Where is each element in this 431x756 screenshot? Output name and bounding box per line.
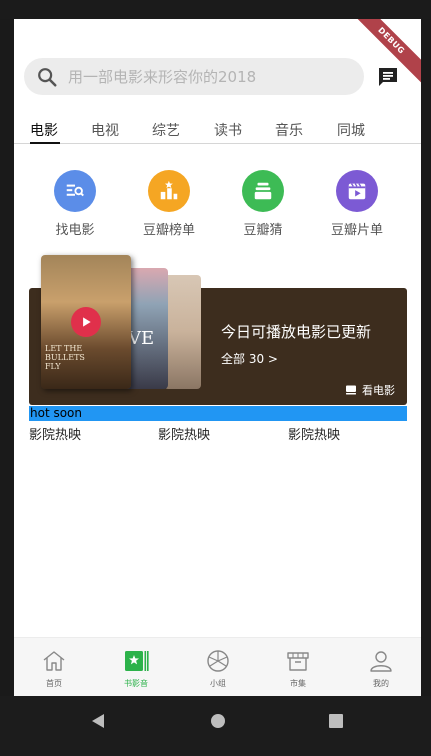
nav-group[interactable]: 小组 xyxy=(188,649,248,689)
play-icon xyxy=(83,317,91,327)
nav-market[interactable]: 市集 xyxy=(268,649,328,689)
app-screen: DEBUG 电影 电视 综艺 读书 音乐 同城 找电影 xyxy=(14,19,421,696)
nav-label: 市集 xyxy=(290,679,306,688)
banner-view-all[interactable]: 全部 30 > xyxy=(221,350,278,367)
find-movie-icon xyxy=(54,170,96,212)
message-icon[interactable] xyxy=(376,65,400,89)
tab-music[interactable]: 音乐 xyxy=(275,120,303,140)
movie-poster[interactable] xyxy=(164,275,201,389)
nav-label: 小组 xyxy=(210,679,226,688)
poster-title: VE xyxy=(128,328,155,349)
tab-tv[interactable]: 电视 xyxy=(91,120,119,140)
device-frame: DEBUG 电影 电视 综艺 读书 音乐 同城 找电影 xyxy=(0,0,431,756)
hot-soon-header: hot soon xyxy=(29,406,407,421)
recent-apps-icon[interactable] xyxy=(328,713,344,729)
tab-variety[interactable]: 综艺 xyxy=(152,120,180,140)
media-icon xyxy=(125,651,149,671)
nav-label: 首页 xyxy=(46,679,62,688)
tab-indicator xyxy=(30,142,60,144)
group-icon xyxy=(207,650,229,672)
system-navigation-bar xyxy=(0,696,431,756)
category-label: 豆瓣榜单 xyxy=(142,223,195,238)
cinema-item[interactable]: 影院热映 xyxy=(29,424,81,443)
tv-icon xyxy=(346,385,356,395)
home-circle-icon[interactable] xyxy=(210,713,226,729)
back-icon[interactable] xyxy=(90,713,106,729)
poster-title: LET THE BULLETS FLY xyxy=(45,344,85,371)
nav-home[interactable]: 首页 xyxy=(24,649,84,689)
category-tabs: 电影 电视 综艺 读书 音乐 同城 xyxy=(14,117,421,144)
watch-movie-link[interactable]: 看电影 xyxy=(345,382,395,398)
watch-movie-label: 看电影 xyxy=(362,384,395,397)
category-find-movie[interactable]: 找电影 xyxy=(35,170,115,238)
cinema-item[interactable]: 影院热映 xyxy=(158,424,210,443)
ranking-icon xyxy=(148,170,190,212)
search-icon xyxy=(36,66,58,88)
guess-icon xyxy=(242,170,284,212)
category-movie-list[interactable]: 豆瓣片单 xyxy=(317,170,397,238)
nav-media[interactable]: 书影音 xyxy=(106,649,166,689)
category-guess[interactable]: 豆瓣猜 xyxy=(223,170,303,238)
home-icon xyxy=(43,651,65,671)
category-label: 找电影 xyxy=(55,223,95,238)
bottom-navigation: 首页 书影音 小组 市集 我的 xyxy=(14,637,421,696)
nav-profile[interactable]: 我的 xyxy=(351,649,411,689)
nav-label: 书影音 xyxy=(124,679,148,688)
tab-local[interactable]: 同城 xyxy=(337,120,365,140)
category-ranking[interactable]: 豆瓣榜单 xyxy=(129,170,209,238)
movie-list-icon xyxy=(336,170,378,212)
search-input[interactable] xyxy=(68,58,364,95)
status-bar xyxy=(0,0,431,19)
category-label: 豆瓣猜 xyxy=(243,223,283,238)
profile-icon xyxy=(370,651,392,672)
market-icon xyxy=(287,652,309,671)
search-bar[interactable] xyxy=(24,58,364,95)
play-button[interactable] xyxy=(71,307,101,337)
nav-label: 我的 xyxy=(373,679,389,688)
tab-books[interactable]: 读书 xyxy=(214,120,242,140)
tab-movie[interactable]: 电影 xyxy=(30,120,58,140)
cinema-item[interactable]: 影院热映 xyxy=(288,424,340,443)
category-label: 豆瓣片单 xyxy=(330,223,383,238)
banner-title: 今日可播放电影已更新 xyxy=(221,323,372,341)
